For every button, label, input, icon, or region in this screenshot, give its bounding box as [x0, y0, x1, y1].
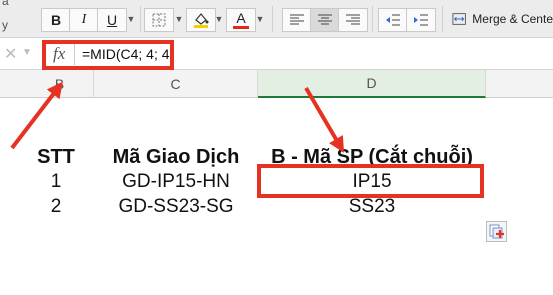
- divider: [140, 6, 141, 32]
- column-letter: C: [170, 76, 181, 92]
- borders-icon: [152, 13, 166, 27]
- underline-button[interactable]: U: [97, 8, 127, 32]
- paste-options-button[interactable]: [486, 221, 507, 242]
- bold-button[interactable]: B: [41, 8, 71, 32]
- font-color-swatch: [233, 26, 249, 29]
- decrease-indent-button[interactable]: [378, 8, 408, 32]
- divider: [372, 6, 373, 32]
- indent-decrease-icon: [386, 14, 400, 26]
- borders-button[interactable]: [144, 8, 174, 32]
- italic-button[interactable]: I: [69, 8, 99, 32]
- merge-center-label: Merge & Cente: [472, 12, 553, 26]
- chevron-down-icon[interactable]: ▼: [22, 47, 32, 58]
- fill-color-icon: [194, 13, 209, 28]
- increase-indent-button[interactable]: [406, 8, 436, 32]
- paste-options-icon: [489, 224, 504, 239]
- column-letter: B: [54, 76, 65, 92]
- italic-icon: I: [81, 12, 87, 27]
- align-right-button[interactable]: [338, 8, 368, 32]
- column-header-bar: B C D: [0, 70, 553, 98]
- column-letter: D: [366, 75, 377, 91]
- align-right-icon: [346, 14, 360, 25]
- divider: [272, 6, 273, 32]
- fill-color-dropdown[interactable]: ▼: [212, 8, 226, 30]
- column-header-c[interactable]: C: [94, 70, 258, 98]
- merge-icon: [452, 13, 466, 25]
- left-edge-fragment: a: [2, 0, 9, 8]
- divider: [442, 6, 443, 32]
- align-center-button[interactable]: [310, 8, 340, 32]
- ribbon-toolbar: a y B I U ▼ ▼ ▼ A ▼ Merge & Cente: [0, 0, 553, 38]
- cancel-icon[interactable]: ✕: [4, 44, 17, 64]
- borders-dropdown[interactable]: ▼: [172, 8, 186, 30]
- align-left-icon: [290, 14, 304, 25]
- bold-icon: B: [50, 12, 62, 28]
- align-center-icon: [318, 14, 332, 25]
- underline-icon: U: [106, 12, 118, 28]
- column-header-e[interactable]: [486, 70, 553, 98]
- column-header-d[interactable]: D: [258, 70, 486, 98]
- result-highlight-box: [257, 164, 484, 198]
- formula-highlight-box: [42, 40, 174, 70]
- column-header-b[interactable]: B: [0, 70, 94, 98]
- underline-dropdown[interactable]: ▼: [124, 8, 138, 30]
- merge-center-button[interactable]: Merge & Cente: [452, 8, 553, 30]
- font-color-icon: A: [236, 10, 246, 26]
- font-color-button[interactable]: A: [226, 8, 256, 32]
- left-edge-fragment: y: [2, 18, 8, 32]
- font-color-dropdown[interactable]: ▼: [253, 8, 267, 30]
- cell-transaction-code[interactable]: GD-SS23-SG: [94, 193, 258, 221]
- align-left-button[interactable]: [282, 8, 312, 32]
- indent-increase-icon: [414, 14, 428, 26]
- cell-transaction-code[interactable]: GD-IP15-HN: [94, 168, 258, 196]
